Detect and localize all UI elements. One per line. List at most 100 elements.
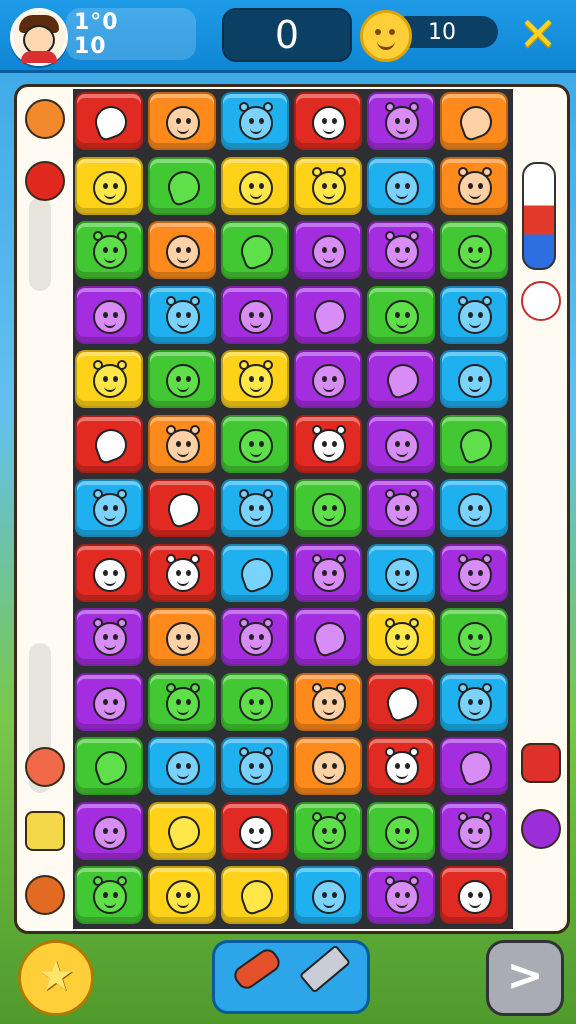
tile-red[interactable] (221, 801, 289, 860)
basketball-icon[interactable] (25, 99, 65, 139)
tile-blue[interactable] (221, 737, 289, 795)
tile-green[interactable] (148, 350, 216, 408)
tile-green[interactable] (440, 414, 508, 473)
tile-purple[interactable] (294, 221, 362, 279)
tile-green[interactable] (221, 672, 289, 731)
tile-blue[interactable] (294, 866, 362, 924)
tile-blue[interactable] (367, 156, 435, 215)
tile-orange[interactable] (148, 414, 216, 473)
tile-purple[interactable] (294, 543, 362, 602)
tile-green[interactable] (75, 737, 143, 795)
next-button[interactable]: > (486, 940, 564, 1016)
tile-blue[interactable] (440, 672, 508, 731)
tile-purple[interactable] (75, 672, 143, 731)
tile-green[interactable] (148, 672, 216, 731)
leaf-icon[interactable] (25, 875, 65, 915)
tile-green[interactable] (367, 801, 435, 860)
creature-face-icon (93, 170, 127, 205)
tile-purple[interactable] (75, 608, 143, 666)
tile-green[interactable] (221, 414, 289, 473)
tile-purple[interactable] (294, 285, 362, 344)
tile-red[interactable] (440, 866, 508, 924)
tile-blue[interactable] (367, 543, 435, 602)
tile-yellow[interactable] (221, 350, 289, 408)
tile-yellow[interactable] (148, 801, 216, 860)
tile-orange[interactable] (440, 156, 508, 215)
tile-orange[interactable] (440, 92, 508, 150)
tile-purple[interactable] (75, 801, 143, 860)
tile-green[interactable] (367, 285, 435, 344)
apple-icon[interactable] (25, 161, 65, 201)
tile-yellow[interactable] (221, 156, 289, 215)
grape-icon[interactable] (521, 809, 561, 849)
tile-red[interactable] (148, 543, 216, 602)
star-button[interactable]: ★ (18, 940, 94, 1016)
tile-blue[interactable] (440, 285, 508, 344)
creature-face-icon (385, 557, 419, 592)
tile-blue[interactable] (440, 350, 508, 408)
tile-yellow[interactable] (75, 350, 143, 408)
creature-face-icon (166, 622, 200, 656)
tile-green[interactable] (75, 221, 143, 279)
tile-orange[interactable] (294, 737, 362, 795)
tile-yellow[interactable] (294, 156, 362, 215)
tile-red[interactable] (367, 672, 435, 731)
tile-red[interactable] (294, 414, 362, 473)
tile-purple[interactable] (367, 92, 435, 150)
player-avatar[interactable] (10, 8, 68, 66)
tile-red[interactable] (367, 737, 435, 795)
tile-green[interactable] (294, 479, 362, 537)
tile-orange[interactable] (148, 92, 216, 150)
drum-icon[interactable] (521, 743, 561, 783)
tile-blue[interactable] (221, 543, 289, 602)
tile-blue[interactable] (148, 737, 216, 795)
tile-blue[interactable] (440, 479, 508, 537)
tile-purple[interactable] (440, 801, 508, 860)
tile-purple[interactable] (294, 608, 362, 666)
tile-blue[interactable] (221, 92, 289, 150)
tile-orange[interactable] (148, 221, 216, 279)
tile-purple[interactable] (367, 414, 435, 473)
creature-face-icon (385, 231, 419, 269)
tile-grid (73, 89, 513, 929)
tile-yellow[interactable] (148, 866, 216, 924)
tile-red[interactable] (75, 414, 143, 473)
face-ear (263, 489, 273, 499)
tile-purple[interactable] (367, 866, 435, 924)
tile-purple[interactable] (367, 221, 435, 279)
close-button[interactable]: ✕ (514, 11, 562, 57)
tile-purple[interactable] (221, 608, 289, 666)
pencil-icon[interactable] (25, 811, 65, 851)
face-mouth (323, 255, 335, 263)
creature-face-icon (312, 553, 346, 592)
tile-red[interactable] (148, 479, 216, 537)
tile-purple[interactable] (367, 350, 435, 408)
tile-purple[interactable] (440, 737, 508, 795)
tile-yellow[interactable] (75, 156, 143, 215)
boosters-button[interactable] (212, 940, 370, 1014)
tile-orange[interactable] (148, 608, 216, 666)
tile-purple[interactable] (440, 543, 508, 602)
tile-red[interactable] (75, 543, 143, 602)
tile-green[interactable] (440, 221, 508, 279)
tile-green[interactable] (221, 221, 289, 279)
tile-green[interactable] (148, 156, 216, 215)
tile-blue[interactable] (75, 479, 143, 537)
tile-green[interactable] (294, 801, 362, 860)
tile-purple[interactable] (221, 285, 289, 344)
tile-red[interactable] (75, 92, 143, 150)
tile-purple[interactable] (294, 350, 362, 408)
tile-purple[interactable] (75, 285, 143, 344)
tile-purple[interactable] (367, 479, 435, 537)
no-entry-icon[interactable] (521, 281, 561, 321)
face-mouth (469, 320, 481, 328)
peach-icon[interactable] (25, 747, 65, 787)
tile-orange[interactable] (294, 672, 362, 731)
tile-blue[interactable] (148, 285, 216, 344)
tile-green[interactable] (440, 608, 508, 666)
tile-yellow[interactable] (367, 608, 435, 666)
tile-green[interactable] (75, 866, 143, 924)
tile-blue[interactable] (221, 479, 289, 537)
tile-red[interactable] (294, 92, 362, 150)
tile-yellow[interactable] (221, 866, 289, 924)
